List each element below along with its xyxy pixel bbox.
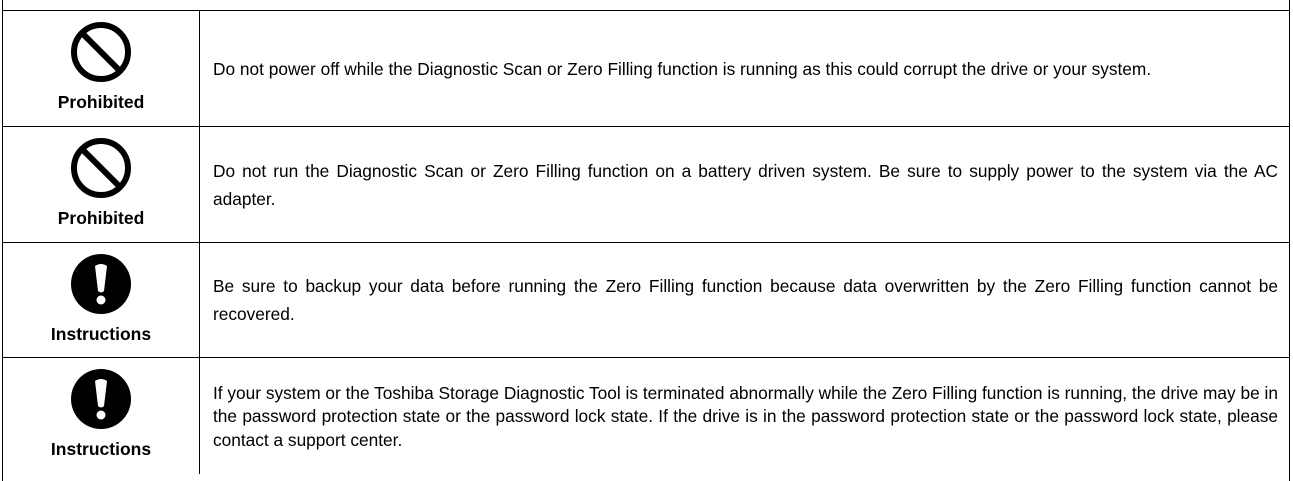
warnings-table: Prohibited Do not power off while the Di… <box>3 11 1289 474</box>
warning-text: Do not run the Diagnostic Scan or Zero F… <box>199 126 1289 243</box>
warning-text: If your system or the Toshiba Storage Di… <box>213 382 1278 450</box>
icon-label: Prohibited <box>57 208 145 228</box>
prohibited-icon <box>70 137 132 199</box>
table-row: Prohibited Do not power off while the Di… <box>3 11 1289 127</box>
icon-label: Instructions <box>50 439 152 459</box>
exclamation-icon <box>70 253 132 315</box>
exclamation-icon <box>70 368 132 430</box>
table-row: Prohibited Do not run the Diagnostic Sca… <box>3 126 1289 243</box>
icon-cell: Prohibited <box>3 11 200 127</box>
prohibited-icon <box>70 21 132 83</box>
warnings-table-frame: Prohibited Do not power off while the Di… <box>2 0 1290 481</box>
icon-cell: Prohibited <box>3 126 200 243</box>
icon-cell: Instructions <box>3 357 200 474</box>
warning-text: Do not power off while the Diagnostic Sc… <box>199 11 1289 127</box>
warning-text: Be sure to backup your data before runni… <box>199 242 1289 358</box>
table-row: Instructions If your system or the Toshi… <box>3 357 1289 474</box>
icon-label: Prohibited <box>57 92 145 112</box>
table-row: Instructions Be sure to backup your data… <box>3 242 1289 358</box>
icon-label: Instructions <box>50 324 152 344</box>
icon-cell: Instructions <box>3 242 200 358</box>
table-top-strip <box>3 0 1289 11</box>
